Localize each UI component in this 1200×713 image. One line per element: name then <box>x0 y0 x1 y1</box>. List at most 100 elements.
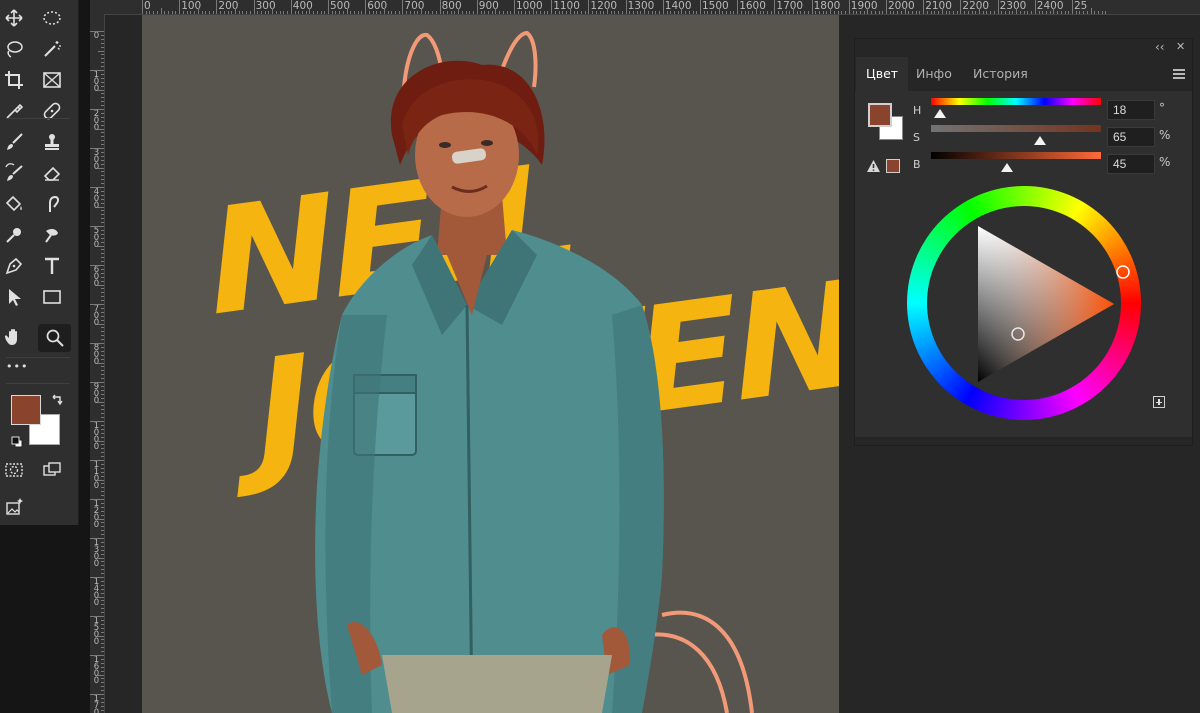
pen-tool[interactable] <box>0 253 28 279</box>
quick-mask-tool[interactable] <box>0 457 28 483</box>
ruler-tick <box>257 11 259 14</box>
crop-tool[interactable] <box>0 67 28 93</box>
type-tool[interactable] <box>38 253 66 279</box>
brush-tool[interactable] <box>0 129 28 155</box>
hue-ring-picker[interactable] <box>1116 265 1130 279</box>
swap-colors-icon[interactable] <box>50 392 64 411</box>
ruler-tick <box>1042 11 1044 14</box>
hue-unit: ° <box>1159 101 1165 115</box>
panel-title-bar[interactable]: ‹‹ ✕ <box>855 39 1192 57</box>
saturation-slider[interactable] <box>931 125 1101 132</box>
ruler-tick <box>435 11 437 14</box>
frame-tool[interactable] <box>38 67 66 93</box>
lasso-tool[interactable] <box>0 36 28 62</box>
out-of-gamut-swatch[interactable] <box>886 159 900 173</box>
ruler-tick <box>101 448 104 450</box>
tab-history[interactable]: История <box>963 57 1038 91</box>
gamut-warning-icon[interactable] <box>866 158 881 177</box>
tab-info[interactable]: Инфо <box>906 57 962 91</box>
ruler-tick <box>629 11 631 14</box>
ruler-tick <box>506 11 508 14</box>
ruler-tick <box>90 694 104 695</box>
ruler-tick <box>391 11 393 14</box>
ruler-tick <box>331 11 333 14</box>
vertical-ruler[interactable]: 01 0 02 0 03 0 04 0 05 0 06 0 07 0 08 0 … <box>90 14 105 713</box>
saturation-slider-thumb[interactable] <box>1034 136 1046 145</box>
ruler-tick <box>283 11 285 14</box>
ruler-tick <box>1027 11 1029 14</box>
saturation-brightness-triangle[interactable] <box>907 186 1141 420</box>
ruler-tick <box>101 389 104 391</box>
ruler-tick <box>1031 11 1033 14</box>
paint-bucket-tool[interactable] <box>0 191 28 217</box>
ruler-tick <box>525 11 527 14</box>
ruler-tick <box>98 401 104 403</box>
ruler-tick <box>101 190 104 192</box>
foreground-color-swatch[interactable] <box>11 395 41 425</box>
close-panel-icon[interactable]: ✕ <box>1176 40 1185 53</box>
brightness-slider-thumb[interactable] <box>1001 163 1013 172</box>
ruler-tick <box>1105 11 1107 14</box>
path-selection-tool[interactable] <box>0 284 28 310</box>
ruler-tick <box>476 0 478 14</box>
ruler-label: 1 0 0 0 <box>93 421 100 452</box>
ruler-tick <box>424 11 426 14</box>
hand-tool[interactable] <box>0 324 28 350</box>
ruler-tick <box>692 11 694 14</box>
hamburger-menu-icon[interactable] <box>1173 69 1185 79</box>
ruler-tick <box>101 155 104 157</box>
ruler-tick <box>98 89 104 91</box>
ruler-tick <box>98 50 104 52</box>
ruler-tick <box>98 479 104 481</box>
screen-mode-tool[interactable] <box>38 457 66 483</box>
burn-tool[interactable] <box>38 222 66 248</box>
ruler-tick <box>796 11 798 14</box>
ruler-tick <box>90 109 104 110</box>
dodge-icon <box>6 228 21 243</box>
panel-foreground-swatch[interactable] <box>868 103 892 127</box>
tab-color[interactable]: Цвет <box>856 57 909 91</box>
eraser-tool[interactable] <box>38 160 66 186</box>
hue-value-input[interactable]: 18 <box>1107 100 1155 120</box>
magic-wand-tool[interactable] <box>38 36 66 62</box>
ruler-tick <box>607 8 608 14</box>
default-colors-icon[interactable] <box>11 433 23 452</box>
healing-brush-tool[interactable] <box>38 98 66 124</box>
ruler-tick <box>651 11 653 14</box>
eraser-icon <box>43 166 61 181</box>
ruler-tick <box>328 0 329 14</box>
eyedropper-tool[interactable] <box>0 98 28 124</box>
ruler-tick <box>90 382 104 383</box>
move-tool[interactable] <box>0 5 28 31</box>
clone-stamp-tool[interactable] <box>38 129 66 155</box>
ruler-tick <box>101 292 104 294</box>
ruler-tick <box>101 502 104 504</box>
zoom-tool[interactable] <box>38 324 71 352</box>
saturation-value-input[interactable]: 65 <box>1107 127 1155 147</box>
ruler-tick <box>101 241 104 243</box>
ruler-tick <box>164 11 166 14</box>
document-canvas[interactable]: NEIL JOSTEN <box>142 15 839 713</box>
ruler-tick <box>98 245 104 247</box>
ruler-tick <box>997 0 999 14</box>
smudge-tool[interactable] <box>38 191 66 217</box>
dodge-tool[interactable] <box>0 222 28 248</box>
ruler-tick <box>98 596 104 598</box>
hue-slider-thumb[interactable] <box>934 109 946 118</box>
rectangle-tool[interactable] <box>38 284 66 310</box>
ruler-tick <box>458 8 460 14</box>
brightness-slider[interactable] <box>931 152 1101 159</box>
horizontal-ruler[interactable]: 0 100 200 300 400 500 600 700 800 900 1000 1100 1200… <box>90 0 1200 15</box>
ruler-tick <box>316 11 318 14</box>
collapse-panel-icon[interactable]: ‹‹ <box>1155 40 1165 54</box>
history-brush-tool[interactable] <box>0 160 28 186</box>
hue-slider[interactable] <box>931 98 1101 105</box>
elliptical-marquee-tool[interactable] <box>38 5 66 31</box>
more-tools-button[interactable]: ••• <box>6 360 28 373</box>
ruler-tick <box>406 11 408 14</box>
generative-fill-tool[interactable] <box>0 494 28 520</box>
ruler-tick <box>101 670 104 672</box>
ruler-tick <box>960 0 962 14</box>
brightness-value-input[interactable]: 45 <box>1107 154 1155 174</box>
add-swatch-icon[interactable] <box>1153 396 1165 408</box>
